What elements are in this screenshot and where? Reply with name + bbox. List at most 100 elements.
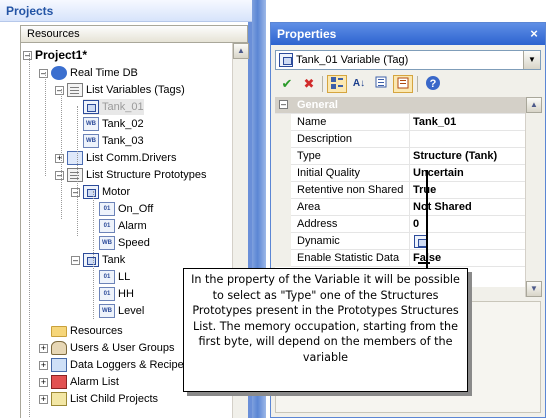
tree-item[interactable]: 01 On_Off	[99, 201, 153, 217]
property-value[interactable]: Structure (Tank)	[413, 150, 497, 162]
tree-item-label: List Comm.Drivers	[86, 152, 177, 164]
property-row[interactable]: Initial Quality Uncertain	[275, 165, 525, 182]
tree-item[interactable]: WB Level	[99, 303, 144, 319]
property-name: Area	[297, 201, 321, 213]
chevron-down-icon[interactable]: ▼	[523, 51, 540, 69]
property-row[interactable]: Name Tank_01	[275, 114, 525, 131]
callout-leader-line	[426, 170, 428, 270]
property-row[interactable]: Address 0	[275, 216, 525, 233]
properties-titlebar: Properties ×	[271, 23, 545, 45]
tree-item[interactable]: WB Tank_03	[83, 133, 144, 149]
collapse-icon[interactable]: –	[39, 69, 48, 78]
word-var-icon: WB	[99, 304, 115, 318]
property-name: Name	[297, 116, 327, 128]
expand-icon[interactable]: +	[55, 154, 64, 163]
tree-item[interactable]: Alarm List	[51, 374, 119, 390]
cancel-x-icon[interactable]: ✖	[299, 75, 319, 93]
tree-item-label: LL	[118, 271, 131, 283]
property-value[interactable]: Tank_01	[413, 116, 456, 128]
tree-item[interactable]: WB Tank_02	[83, 116, 144, 132]
tree-item[interactable]: Resources	[51, 323, 123, 339]
structure-list-icon	[67, 168, 83, 182]
property-row[interactable]: Type Structure (Tank)	[275, 148, 525, 165]
tree-item-label: Alarm List	[70, 376, 119, 388]
tree-item[interactable]: 01 HH	[99, 286, 134, 302]
structure-icon	[83, 253, 99, 267]
help-icon[interactable]: ?	[423, 75, 443, 93]
property-grid-scrollbar[interactable]: ▲ ▼	[525, 97, 542, 297]
struct-var-icon	[279, 53, 293, 67]
property-name: Dynamic	[297, 235, 340, 247]
tree-item[interactable]: Motor	[83, 184, 130, 200]
sort-alphabetical-icon[interactable]: A↓	[349, 75, 369, 93]
expand-icon[interactable]: +	[39, 378, 48, 387]
drivers-icon	[67, 151, 83, 165]
bit-var-icon: 01	[99, 219, 115, 233]
property-row[interactable]: Description	[275, 131, 525, 148]
bit-var-icon: 01	[99, 202, 115, 216]
row-gutter	[275, 148, 291, 165]
property-value[interactable]: True	[413, 184, 436, 196]
close-icon[interactable]: ×	[526, 26, 542, 42]
column-divider	[409, 199, 410, 216]
tree-item[interactable]: List Comm.Drivers	[67, 150, 176, 166]
ok-check-icon[interactable]: ✔	[277, 75, 297, 93]
tree-item[interactable]: Real Time DB	[51, 65, 138, 81]
alarm-icon	[51, 375, 67, 389]
scroll-up-arrow-icon[interactable]: ▲	[526, 97, 542, 113]
property-value[interactable]: 0	[413, 218, 419, 230]
properties-title: Properties	[277, 27, 337, 41]
collapse-icon[interactable]: –	[279, 100, 288, 109]
tree-item[interactable]: List Structure Prototypes	[67, 167, 206, 183]
property-name: Enable Statistic Data	[297, 252, 400, 264]
collapse-icon[interactable]: –	[23, 51, 32, 60]
collapse-icon[interactable]: –	[55, 86, 64, 95]
collapse-icon[interactable]: –	[71, 188, 80, 197]
expand-icon[interactable]: +	[39, 361, 48, 370]
object-selector-dropdown[interactable]: Tank_01 Variable (Tag) ▼	[275, 50, 541, 70]
resources-tab[interactable]: Resources	[20, 25, 248, 43]
tree-item[interactable]: Tank_01	[83, 99, 144, 115]
property-grid[interactable]: – General Name Tank_01 Description Type Stru…	[275, 97, 525, 287]
tree-connector	[93, 191, 94, 319]
child-projects-icon	[51, 392, 67, 406]
description-pane-icon[interactable]	[393, 75, 413, 93]
scroll-down-arrow-icon[interactable]: ▼	[526, 281, 542, 297]
row-gutter	[275, 114, 291, 131]
property-row[interactable]: Enable Statistic DataFalse	[275, 250, 525, 267]
tree-item[interactable]: 01 LL	[99, 269, 130, 285]
tree-item-label: HH	[118, 288, 134, 300]
categorized-view-icon[interactable]	[327, 75, 347, 93]
tree-item[interactable]: 01 Alarm	[99, 218, 147, 234]
tree-item[interactable]: List Variables (Tags)	[67, 82, 185, 98]
tree-item-label: Tank_02	[102, 118, 144, 130]
tree-connector	[45, 72, 46, 176]
column-divider	[409, 233, 410, 250]
category-row-general[interactable]: – General	[275, 97, 525, 114]
callout-leader-foot	[418, 262, 430, 264]
property-row[interactable]: Dynamic	[275, 233, 525, 250]
toolbar-separator	[417, 76, 418, 92]
object-selector-value: Tank_01 Variable (Tag)	[296, 54, 409, 66]
property-row[interactable]: Area Not Shared	[275, 199, 525, 216]
tree-item[interactable]: Tank	[83, 252, 125, 268]
expand-icon[interactable]: +	[39, 344, 48, 353]
row-gutter	[275, 216, 291, 233]
tree-item[interactable]: Users & User Groups	[51, 340, 175, 356]
tree-item[interactable]: List Child Projects	[51, 391, 158, 407]
property-value[interactable]: Not Shared	[413, 201, 472, 213]
column-divider	[409, 148, 410, 165]
property-pages-icon[interactable]	[371, 75, 391, 93]
bit-var-icon: 01	[99, 270, 115, 284]
tree-item-label: Tank_01	[102, 101, 144, 113]
tree-item[interactable]: WB Speed	[99, 235, 150, 251]
scroll-up-arrow-icon[interactable]: ▲	[233, 43, 249, 59]
tree-item[interactable]: Data Loggers & Recipe	[51, 357, 184, 373]
tree-item[interactable]: Project1*	[35, 47, 87, 63]
property-value[interactable]: Uncertain	[413, 167, 464, 179]
collapse-icon[interactable]: –	[55, 171, 64, 180]
property-name: Initial Quality	[297, 167, 360, 179]
collapse-icon[interactable]: –	[71, 256, 80, 265]
property-row[interactable]: Retentive non Shared True	[275, 182, 525, 199]
expand-icon[interactable]: +	[39, 395, 48, 404]
